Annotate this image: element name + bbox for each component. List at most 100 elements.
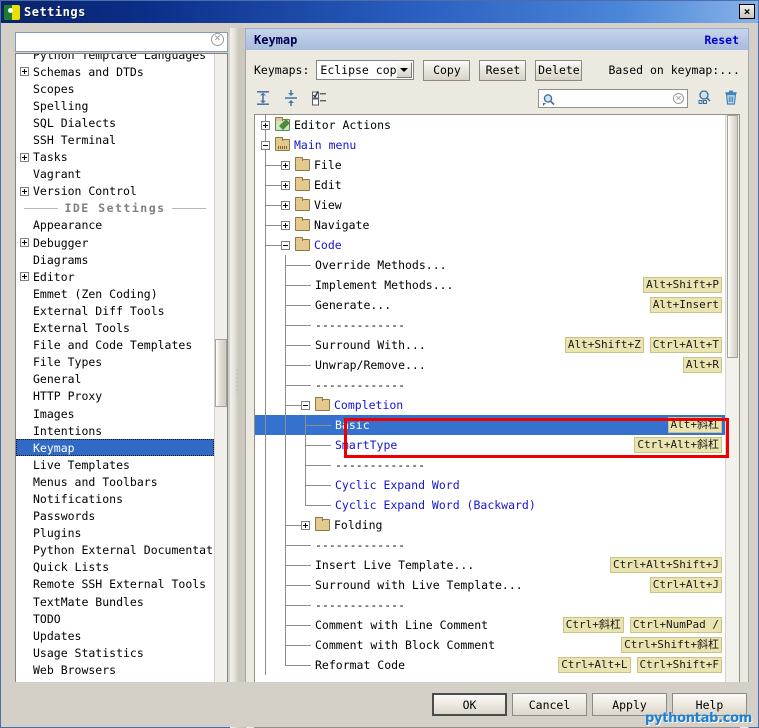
- sidebar-item-vagrant[interactable]: Vagrant: [16, 166, 214, 183]
- expand-icon[interactable]: [20, 272, 29, 282]
- expand-icon[interactable]: [281, 160, 290, 170]
- keymap-tree-scrollbar[interactable]: [725, 115, 739, 727]
- table-row[interactable]: Folding: [255, 515, 725, 535]
- find-field[interactable]: ✕: [538, 88, 688, 108]
- reset-link[interactable]: Reset: [704, 33, 739, 47]
- table-row[interactable]: Surround with Live Template... Ctrl+Alt+J: [255, 575, 725, 595]
- sidebar-item-ssh-terminal[interactable]: SSH Terminal: [16, 131, 214, 148]
- table-row[interactable]: Edit: [255, 175, 725, 195]
- table-row[interactable]: Override Methods...: [255, 255, 725, 275]
- sidebar-item-general[interactable]: General: [16, 371, 214, 388]
- sidebar-item-diagrams[interactable]: Diagrams: [16, 251, 214, 268]
- table-row[interactable]: File: [255, 155, 725, 175]
- sidebar-item-python-external-documentation[interactable]: Python External Documentation: [16, 542, 227, 559]
- expand-icon[interactable]: [301, 520, 310, 530]
- sidebar-item-version-control[interactable]: Version Control: [16, 183, 214, 200]
- sidebar-item-debugger[interactable]: Debugger: [16, 234, 214, 251]
- collapse-all-icon[interactable]: [282, 89, 300, 107]
- table-row[interactable]: View: [255, 195, 725, 215]
- sidebar-item-spelling[interactable]: Spelling: [16, 97, 214, 114]
- table-row[interactable]: Main menu: [255, 135, 725, 155]
- sidebar-item-todo[interactable]: TODO: [16, 610, 214, 627]
- table-row[interactable]: Comment with Block Comment Ctrl+Shift+斜杠: [255, 635, 725, 655]
- chevron-down-icon[interactable]: [396, 62, 413, 78]
- table-row[interactable]: Completion: [255, 395, 725, 415]
- filter-options-icon[interactable]: [310, 89, 328, 107]
- sidebar-item-external-tools[interactable]: External Tools: [16, 320, 214, 337]
- sidebar-item-web-browsers[interactable]: Web Browsers: [16, 661, 214, 678]
- keymap-tree-scrollbar-thumb[interactable]: [727, 115, 738, 358]
- trash-icon[interactable]: [722, 89, 740, 107]
- sidebar-item-scopes[interactable]: Scopes: [16, 80, 214, 97]
- sidebar-item-label: Keymap: [33, 440, 75, 455]
- sidebar-item-notifications[interactable]: Notifications: [16, 490, 214, 507]
- sidebar-item-passwords[interactable]: Passwords: [16, 508, 214, 525]
- pane-splitter[interactable]: [230, 28, 245, 728]
- sidebar-item-textmate-bundles[interactable]: TextMate Bundles: [16, 593, 214, 610]
- expand-all-icon[interactable]: [254, 89, 272, 107]
- find-by-shortcut-icon[interactable]: [696, 89, 714, 107]
- expand-icon[interactable]: [281, 180, 290, 190]
- table-row[interactable]: Reformat Code Ctrl+Alt+L Ctrl+Shift+F: [255, 655, 725, 675]
- expand-icon[interactable]: [20, 152, 29, 162]
- delete-button[interactable]: Delete: [535, 59, 583, 81]
- splitter-grip[interactable]: [235, 368, 239, 394]
- keymap-select[interactable]: Eclipse copy: [316, 60, 415, 80]
- sidebar-item-sql-dialects[interactable]: SQL Dialects: [16, 114, 214, 131]
- sidebar-scrollbar-thumb[interactable]: [215, 339, 227, 407]
- sidebar-item-remote-ssh-external-tools[interactable]: Remote SSH External Tools: [16, 576, 214, 593]
- sidebar-item-usage-statistics[interactable]: Usage Statistics: [16, 644, 214, 661]
- clear-icon[interactable]: ✕: [673, 92, 684, 104]
- sidebar-item-plugins[interactable]: Plugins: [16, 525, 214, 542]
- table-row[interactable]: Surround With... Alt+Shift+Z Ctrl+Alt+T: [255, 335, 725, 355]
- expand-icon[interactable]: [281, 220, 290, 230]
- table-row[interactable]: Code: [255, 235, 725, 255]
- sidebar-item-quick-lists[interactable]: Quick Lists: [16, 559, 214, 576]
- table-row[interactable]: Implement Methods... Alt+Shift+P: [255, 275, 725, 295]
- sidebar-item-updates[interactable]: Updates: [16, 627, 214, 644]
- delete-button-label: Delete: [538, 63, 580, 77]
- sidebar-item-file-and-code-templates[interactable]: File and Code Templates: [16, 337, 214, 354]
- sidebar-item-live-templates[interactable]: Live Templates: [16, 456, 214, 473]
- table-row[interactable]: Unwrap/Remove... Alt+R: [255, 355, 725, 375]
- copy-button[interactable]: Copy: [423, 59, 471, 81]
- sidebar-item-emmet-zen-coding[interactable]: Emmet (Zen Coding): [16, 285, 214, 302]
- collapse-icon[interactable]: [281, 240, 290, 250]
- sidebar-scrollbar[interactable]: [214, 54, 227, 719]
- table-row[interactable]: Insert Live Template... Ctrl+Alt+Shift+J: [255, 555, 725, 575]
- sidebar-item-keymap[interactable]: Keymap: [16, 439, 214, 457]
- collapse-icon[interactable]: [301, 400, 310, 410]
- cancel-button[interactable]: Cancel: [512, 693, 587, 716]
- expand-icon[interactable]: [20, 238, 29, 248]
- clear-icon[interactable]: ✕: [211, 33, 224, 46]
- search-input[interactable]: [15, 31, 228, 52]
- sidebar-item-images[interactable]: Images: [16, 405, 214, 422]
- table-row[interactable]: Generate... Alt+Insert: [255, 295, 725, 315]
- table-row[interactable]: Comment with Line Comment Ctrl+斜杠 Ctrl+Num…: [255, 615, 725, 635]
- sidebar-item-appearance[interactable]: Appearance: [16, 217, 214, 234]
- expand-icon[interactable]: [261, 120, 270, 130]
- sidebar-item-editor[interactable]: Editor: [16, 268, 214, 285]
- sidebar-item-external-diff-tools[interactable]: External Diff Tools: [16, 302, 214, 319]
- sidebar-item-file-types[interactable]: File Types: [16, 354, 214, 371]
- table-row[interactable]: Navigate: [255, 215, 725, 235]
- expand-icon[interactable]: [20, 186, 29, 196]
- sidebar-item-menus-and-toolbars[interactable]: Menus and Toolbars: [16, 473, 214, 490]
- table-row[interactable]: Editor Actions: [255, 115, 725, 135]
- sidebar-item-http-proxy[interactable]: HTTP Proxy: [16, 388, 214, 405]
- close-icon[interactable]: ×: [739, 4, 755, 19]
- collapse-icon[interactable]: [261, 140, 270, 150]
- tree-separator-row[interactable]: -------------: [255, 315, 725, 335]
- expand-icon[interactable]: [281, 200, 290, 210]
- sidebar-item-intentions[interactable]: Intentions: [16, 422, 214, 439]
- tree-separator-row[interactable]: -------------: [255, 595, 725, 615]
- tree-separator-row[interactable]: -------------: [255, 535, 725, 555]
- sidebar-item-schemas-and-dtds[interactable]: Schemas and DTDs: [16, 63, 214, 80]
- expand-icon[interactable]: [20, 67, 29, 77]
- tree-separator-row[interactable]: -------------: [255, 375, 725, 395]
- ok-button[interactable]: OK: [432, 693, 507, 716]
- find-input[interactable]: [559, 90, 669, 106]
- sidebar-item-python-template-languages[interactable]: Python Template Languages: [16, 54, 214, 63]
- sidebar-item-tasks[interactable]: Tasks: [16, 149, 214, 166]
- reset-button[interactable]: Reset: [479, 59, 527, 81]
